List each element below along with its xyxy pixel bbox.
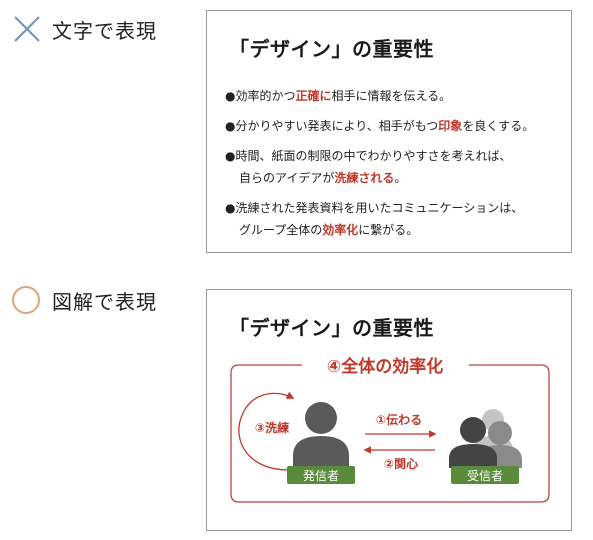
section-label-text: 図解で表現: [52, 289, 157, 314]
bullet-item: ●時間、紙面の制限の中でわかりやすさを考えれば、自らのアイデアが洗練される。: [225, 145, 565, 189]
section-label-text: 文字で表現: [52, 18, 157, 43]
bullet-line: 自らのアイデアが洗練される。: [225, 167, 565, 189]
bullet-text: 相手に情報を伝える。: [331, 89, 452, 103]
card-title: 「デザイン」の重要性: [229, 37, 434, 61]
bullet-item: ●分かりやすい発表により、相手がもつ印象を良くする。: [225, 115, 565, 137]
back-label: ②関心: [384, 457, 418, 471]
bullet-list: ●効率的かつ正確に相手に情報を伝える。 ●分かりやすい発表により、相手がもつ印象を…: [225, 85, 565, 249]
loop-label: ③洗練: [255, 420, 289, 435]
sender-figure: [293, 402, 349, 466]
bullet-text: ●洗練された発表資料を用いたコミュニケーションは、: [225, 201, 524, 215]
section-label-diagram-version: 図解で表現: [10, 284, 157, 316]
receiver-label: 受信者: [467, 469, 503, 483]
diagram-explanation-card: 「デザイン」の重要性 ④全体の効率化 ③洗練 発信者 ①伝わる ②関心 受信者: [206, 289, 572, 531]
frame-label: ④全体の効率化: [327, 356, 443, 377]
bullet-line: ●分かりやすい発表により、相手がもつ印象を良くする。: [225, 115, 565, 137]
emphasis-text: 効率化: [322, 223, 359, 237]
emphasis-text: 洗練される: [334, 171, 395, 185]
forward-label: ①伝わる: [376, 412, 422, 427]
bullet-text: 。: [394, 171, 407, 185]
bullet-text: に繋がる。: [358, 223, 419, 237]
bullet-line: ●効率的かつ正確に相手に情報を伝える。: [225, 85, 565, 107]
section-label-text-version: 文字で表現: [12, 14, 157, 44]
receiver-figures: [449, 409, 522, 468]
bullet-item: ●洗練された発表資料を用いたコミュニケーションは、グループ全体の効率化に繋がる。: [225, 197, 565, 241]
circle-mark-icon: [12, 286, 40, 314]
bullet-item: ●効率的かつ正確に相手に情報を伝える。: [225, 85, 565, 107]
bullet-text: を良くする。: [462, 119, 535, 133]
bullet-line: グループ全体の効率化に繋がる。: [225, 219, 565, 241]
bullet-text: 自らのアイデアが: [239, 171, 335, 185]
bullet-text: ●時間、紙面の制限の中でわかりやすさを考えれば、: [225, 149, 512, 163]
communication-diagram: ④全体の効率化 ③洗練 発信者 ①伝わる ②関心 受信者: [230, 356, 550, 503]
text-explanation-card: 「デザイン」の重要性 ●効率的かつ正確に相手に情報を伝える。 ●分かりやすい発表に…: [206, 10, 572, 253]
bullet-line: ●時間、紙面の制限の中でわかりやすさを考えれば、: [225, 145, 565, 167]
cross-mark-icon: [14, 16, 40, 42]
emphasis-text: 正確に: [295, 89, 332, 103]
sender-label: 発信者: [303, 469, 339, 483]
emphasis-text: 印象: [438, 119, 463, 133]
bullet-text: ●分かりやすい発表により、相手がもつ: [225, 119, 439, 133]
bullet-text: ●効率的かつ: [225, 89, 296, 103]
bullet-text: グループ全体の: [239, 223, 323, 237]
bullet-line: ●洗練された発表資料を用いたコミュニケーションは、: [225, 197, 565, 219]
